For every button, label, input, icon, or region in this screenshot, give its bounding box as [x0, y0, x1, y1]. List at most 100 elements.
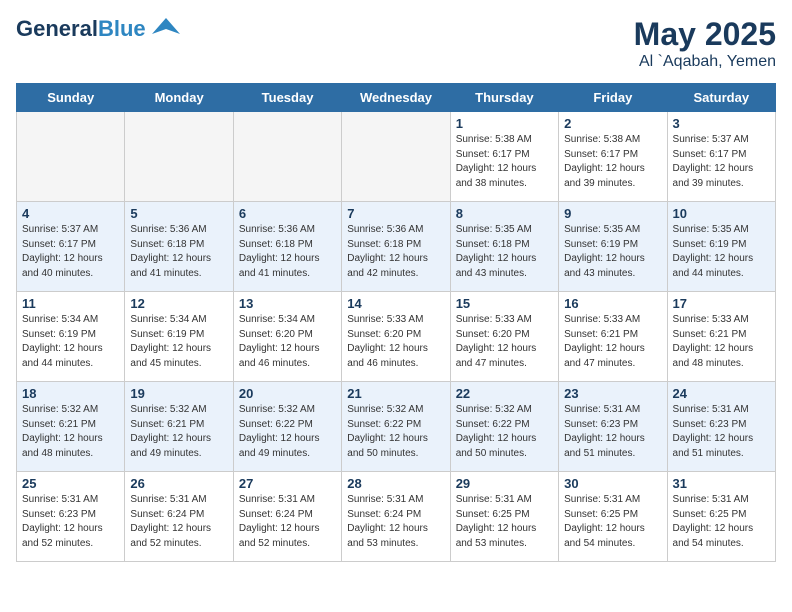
day-info: Sunrise: 5:32 AM Sunset: 6:21 PM Dayligh…: [22, 403, 119, 461]
day-info: Sunrise: 5:36 AM Sunset: 6:18 PM Dayligh…: [239, 223, 336, 281]
day-number: 20: [239, 386, 336, 401]
day-number: 28: [347, 476, 444, 491]
day-number: 4: [22, 206, 119, 221]
day-info: Sunrise: 5:32 AM Sunset: 6:21 PM Dayligh…: [130, 403, 227, 461]
day-number: 8: [456, 206, 553, 221]
calendar-cell: 4 Sunrise: 5:37 AM Sunset: 6:17 PM Daylig…: [17, 202, 125, 292]
day-number: 7: [347, 206, 444, 221]
day-info: Sunrise: 5:37 AM Sunset: 6:17 PM Dayligh…: [673, 133, 770, 191]
day-number: 18: [22, 386, 119, 401]
day-number: 13: [239, 296, 336, 311]
calendar-cell: 1Sunrise: 5:38 AM Sunset: 6:17 PM Daylig…: [450, 112, 558, 202]
day-info: Sunrise: 5:35 AM Sunset: 6:19 PM Dayligh…: [673, 223, 770, 281]
day-info: Sunrise: 5:32 AM Sunset: 6:22 PM Dayligh…: [347, 403, 444, 461]
day-number: 21: [347, 386, 444, 401]
day-info: Sunrise: 5:35 AM Sunset: 6:19 PM Dayligh…: [564, 223, 661, 281]
calendar-cell: 15 Sunrise: 5:33 AM Sunset: 6:20 PM Dayli…: [450, 292, 558, 382]
calendar-cell: [125, 112, 233, 202]
day-number: 29: [456, 476, 553, 491]
day-number: 22: [456, 386, 553, 401]
calendar-table: SundayMondayTuesdayWednesdayThursdayFrid…: [16, 83, 776, 562]
calendar-cell: 27Sunrise: 5:31 AM Sunset: 6:24 PM Dayli…: [233, 472, 341, 562]
day-number: 16: [564, 296, 661, 311]
calendar-cell: 19 Sunrise: 5:32 AM Sunset: 6:21 PM Dayli…: [125, 382, 233, 472]
logo-bird-icon: [152, 16, 180, 38]
day-number: 19: [130, 386, 227, 401]
day-info: Sunrise: 5:33 AM Sunset: 6:20 PM Dayligh…: [456, 313, 553, 371]
calendar-cell: 20 Sunrise: 5:32 AM Sunset: 6:22 PM Dayli…: [233, 382, 341, 472]
col-header-tuesday: Tuesday: [233, 84, 341, 112]
day-info: Sunrise: 5:33 AM Sunset: 6:21 PM Dayligh…: [564, 313, 661, 371]
calendar-cell: 31 Sunrise: 5:31 AM Sunset: 6:25 PM Dayli…: [667, 472, 775, 562]
calendar-cell: 12 Sunrise: 5:34 AM Sunset: 6:19 PM Dayli…: [125, 292, 233, 382]
page-header: GeneralBlue May 2025 Al `Aqabah, Yemen: [16, 16, 776, 71]
calendar-cell: 18 Sunrise: 5:32 AM Sunset: 6:21 PM Dayli…: [17, 382, 125, 472]
calendar-cell: [233, 112, 341, 202]
calendar-cell: 28 Sunrise: 5:31 AM Sunset: 6:24 PM Dayli…: [342, 472, 450, 562]
day-info: Sunrise: 5:32 AM Sunset: 6:22 PM Dayligh…: [239, 403, 336, 461]
day-number: 5: [130, 206, 227, 221]
logo-blue: Blue: [98, 16, 146, 41]
col-header-sunday: Sunday: [17, 84, 125, 112]
day-number: 11: [22, 296, 119, 311]
day-info: Sunrise: 5:37 AM Sunset: 6:17 PM Dayligh…: [22, 223, 119, 281]
day-info: Sunrise: 5:31 AM Sunset: 6:25 PM Dayligh…: [673, 493, 770, 551]
day-number: 12: [130, 296, 227, 311]
day-number: 23: [564, 386, 661, 401]
calendar-cell: 23Sunrise: 5:31 AM Sunset: 6:23 PM Dayli…: [559, 382, 667, 472]
calendar-cell: 11Sunrise: 5:34 AM Sunset: 6:19 PM Dayli…: [17, 292, 125, 382]
col-header-thursday: Thursday: [450, 84, 558, 112]
day-number: 25: [22, 476, 119, 491]
calendar-cell: 29 Sunrise: 5:31 AM Sunset: 6:25 PM Dayli…: [450, 472, 558, 562]
day-number: 1: [456, 116, 553, 131]
day-number: 15: [456, 296, 553, 311]
logo-general: General: [16, 16, 98, 41]
calendar-cell: 22 Sunrise: 5:32 AM Sunset: 6:22 PM Dayli…: [450, 382, 558, 472]
day-number: 3: [673, 116, 770, 131]
day-info: Sunrise: 5:36 AM Sunset: 6:18 PM Dayligh…: [347, 223, 444, 281]
month-year-title: May 2025: [634, 16, 776, 53]
calendar-cell: [17, 112, 125, 202]
day-number: 31: [673, 476, 770, 491]
calendar-week-row: 4 Sunrise: 5:37 AM Sunset: 6:17 PM Daylig…: [17, 202, 776, 292]
day-number: 9: [564, 206, 661, 221]
day-number: 24: [673, 386, 770, 401]
col-header-wednesday: Wednesday: [342, 84, 450, 112]
calendar-cell: 2 Sunrise: 5:38 AM Sunset: 6:17 PM Daylig…: [559, 112, 667, 202]
calendar-week-row: 18 Sunrise: 5:32 AM Sunset: 6:21 PM Dayli…: [17, 382, 776, 472]
day-info: Sunrise: 5:31 AM Sunset: 6:24 PM Dayligh…: [347, 493, 444, 551]
calendar-cell: 3 Sunrise: 5:37 AM Sunset: 6:17 PM Daylig…: [667, 112, 775, 202]
calendar-cell: 7 Sunrise: 5:36 AM Sunset: 6:18 PM Daylig…: [342, 202, 450, 292]
calendar-cell: 6 Sunrise: 5:36 AM Sunset: 6:18 PM Daylig…: [233, 202, 341, 292]
day-info: Sunrise: 5:31 AM Sunset: 6:23 PM Dayligh…: [22, 493, 119, 551]
calendar-cell: 25 Sunrise: 5:31 AM Sunset: 6:23 PM Dayli…: [17, 472, 125, 562]
calendar-cell: 10 Sunrise: 5:35 AM Sunset: 6:19 PM Dayli…: [667, 202, 775, 292]
calendar-week-row: 25 Sunrise: 5:31 AM Sunset: 6:23 PM Dayli…: [17, 472, 776, 562]
calendar-cell: 21 Sunrise: 5:32 AM Sunset: 6:22 PM Dayli…: [342, 382, 450, 472]
day-number: 26: [130, 476, 227, 491]
calendar-cell: 30 Sunrise: 5:31 AM Sunset: 6:25 PM Dayli…: [559, 472, 667, 562]
logo: GeneralBlue: [16, 16, 180, 42]
day-info: Sunrise: 5:31 AM Sunset: 6:25 PM Dayligh…: [564, 493, 661, 551]
day-info: Sunrise: 5:33 AM Sunset: 6:21 PM Dayligh…: [673, 313, 770, 371]
day-info: Sunrise: 5:38 AM Sunset: 6:17 PM Dayligh…: [564, 133, 661, 191]
location-title: Al `Aqabah, Yemen: [634, 53, 776, 71]
day-info: Sunrise: 5:31 AM Sunset: 6:25 PM Dayligh…: [456, 493, 553, 551]
day-number: 2: [564, 116, 661, 131]
day-info: Sunrise: 5:34 AM Sunset: 6:19 PM Dayligh…: [130, 313, 227, 371]
day-info: Sunrise: 5:31 AM Sunset: 6:24 PM Dayligh…: [130, 493, 227, 551]
day-number: 10: [673, 206, 770, 221]
col-header-saturday: Saturday: [667, 84, 775, 112]
calendar-cell: 17Sunrise: 5:33 AM Sunset: 6:21 PM Dayli…: [667, 292, 775, 382]
day-number: 6: [239, 206, 336, 221]
col-header-friday: Friday: [559, 84, 667, 112]
calendar-cell: 5Sunrise: 5:36 AM Sunset: 6:18 PM Daylig…: [125, 202, 233, 292]
calendar-cell: 26 Sunrise: 5:31 AM Sunset: 6:24 PM Dayli…: [125, 472, 233, 562]
day-number: 14: [347, 296, 444, 311]
day-info: Sunrise: 5:35 AM Sunset: 6:18 PM Dayligh…: [456, 223, 553, 281]
day-info: Sunrise: 5:32 AM Sunset: 6:22 PM Dayligh…: [456, 403, 553, 461]
day-number: 30: [564, 476, 661, 491]
calendar-cell: 14Sunrise: 5:33 AM Sunset: 6:20 PM Dayli…: [342, 292, 450, 382]
calendar-cell: 8 Sunrise: 5:35 AM Sunset: 6:18 PM Daylig…: [450, 202, 558, 292]
calendar-cell: 24Sunrise: 5:31 AM Sunset: 6:23 PM Dayli…: [667, 382, 775, 472]
